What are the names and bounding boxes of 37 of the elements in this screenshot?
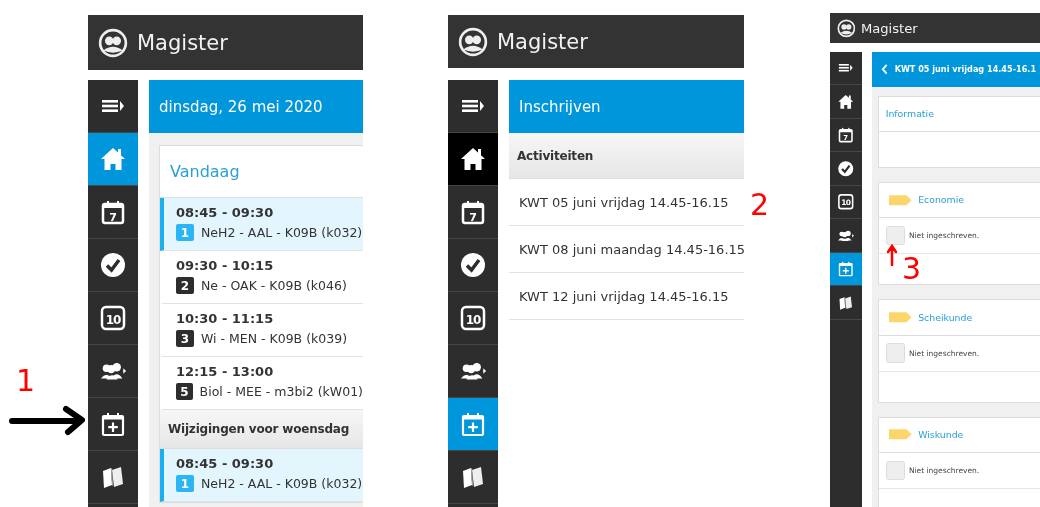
hour-badge: 2 bbox=[176, 277, 194, 294]
section-header: Activiteiten bbox=[509, 133, 744, 179]
hour-badge: 3 bbox=[176, 330, 194, 347]
annotation-number: 3 bbox=[902, 254, 922, 284]
hour-badge: 5 bbox=[176, 383, 193, 400]
lesson-time: 10:30 - 11:15 bbox=[176, 311, 275, 326]
lesson-row[interactable]: 08:45 - 09:30 1 NeH2 - AAL - K09B (k032) bbox=[160, 198, 363, 251]
activity-item[interactable]: KWT 08 juni maandag 14.45-16.15 bbox=[509, 226, 744, 273]
hour-badge: 1 bbox=[176, 224, 194, 241]
annotation-number: 1 bbox=[16, 366, 36, 396]
card-title: Economie bbox=[918, 194, 965, 206]
activity-item[interactable]: KWT 12 juni vrijdag 14.45-16.15 bbox=[509, 273, 744, 320]
lesson-time: 09:30 - 10:15 bbox=[176, 258, 275, 273]
lesson-text: Ne - OAK - K09B (k046) bbox=[201, 278, 347, 293]
lesson-text: NeH2 - AAL - K09B (k032) bbox=[201, 476, 363, 491]
app-title: Magister bbox=[137, 30, 228, 55]
app-title: Magister bbox=[860, 20, 918, 36]
activity-item[interactable]: KWT 05 juni vrijdag 14.45-16.15 bbox=[509, 179, 744, 226]
lesson-text: Wi - MEN - K09B (k039) bbox=[201, 331, 347, 346]
card-title: Scheikunde bbox=[918, 311, 973, 323]
calendar-icon: 10 bbox=[99, 304, 127, 332]
lesson-text: Biol - MEE - m3bi2 (kW01) bbox=[199, 384, 363, 399]
card-title: Informatie bbox=[885, 108, 934, 120]
lesson-time: 08:45 - 09:30 bbox=[176, 205, 275, 220]
annotation-number: 2 bbox=[750, 190, 770, 220]
lesson-time: 12:15 - 13:00 bbox=[176, 364, 275, 379]
section-header: Wijzigingen voor woensdag bbox=[160, 410, 363, 449]
hour-badge: 1 bbox=[176, 475, 194, 492]
page-title: Inschrijven bbox=[509, 80, 744, 133]
card-title: Wiskunde bbox=[918, 429, 964, 441]
page-title: dinsdag, 26 mei 2020 bbox=[149, 80, 363, 133]
calendar-icon: 10 bbox=[459, 304, 487, 332]
lesson-row[interactable]: 08:45 - 09:30 1 NeH2 - AAL - K09B (k032) bbox=[160, 449, 363, 502]
page-title: KWT 05 juni vrijdag 14.45-16.1 bbox=[894, 64, 1037, 75]
app-title: Magister bbox=[497, 29, 588, 54]
lesson-text: NeH2 - AAL - K09B (k032) bbox=[201, 225, 363, 240]
lesson-time: 08:45 - 09:30 bbox=[176, 456, 275, 471]
